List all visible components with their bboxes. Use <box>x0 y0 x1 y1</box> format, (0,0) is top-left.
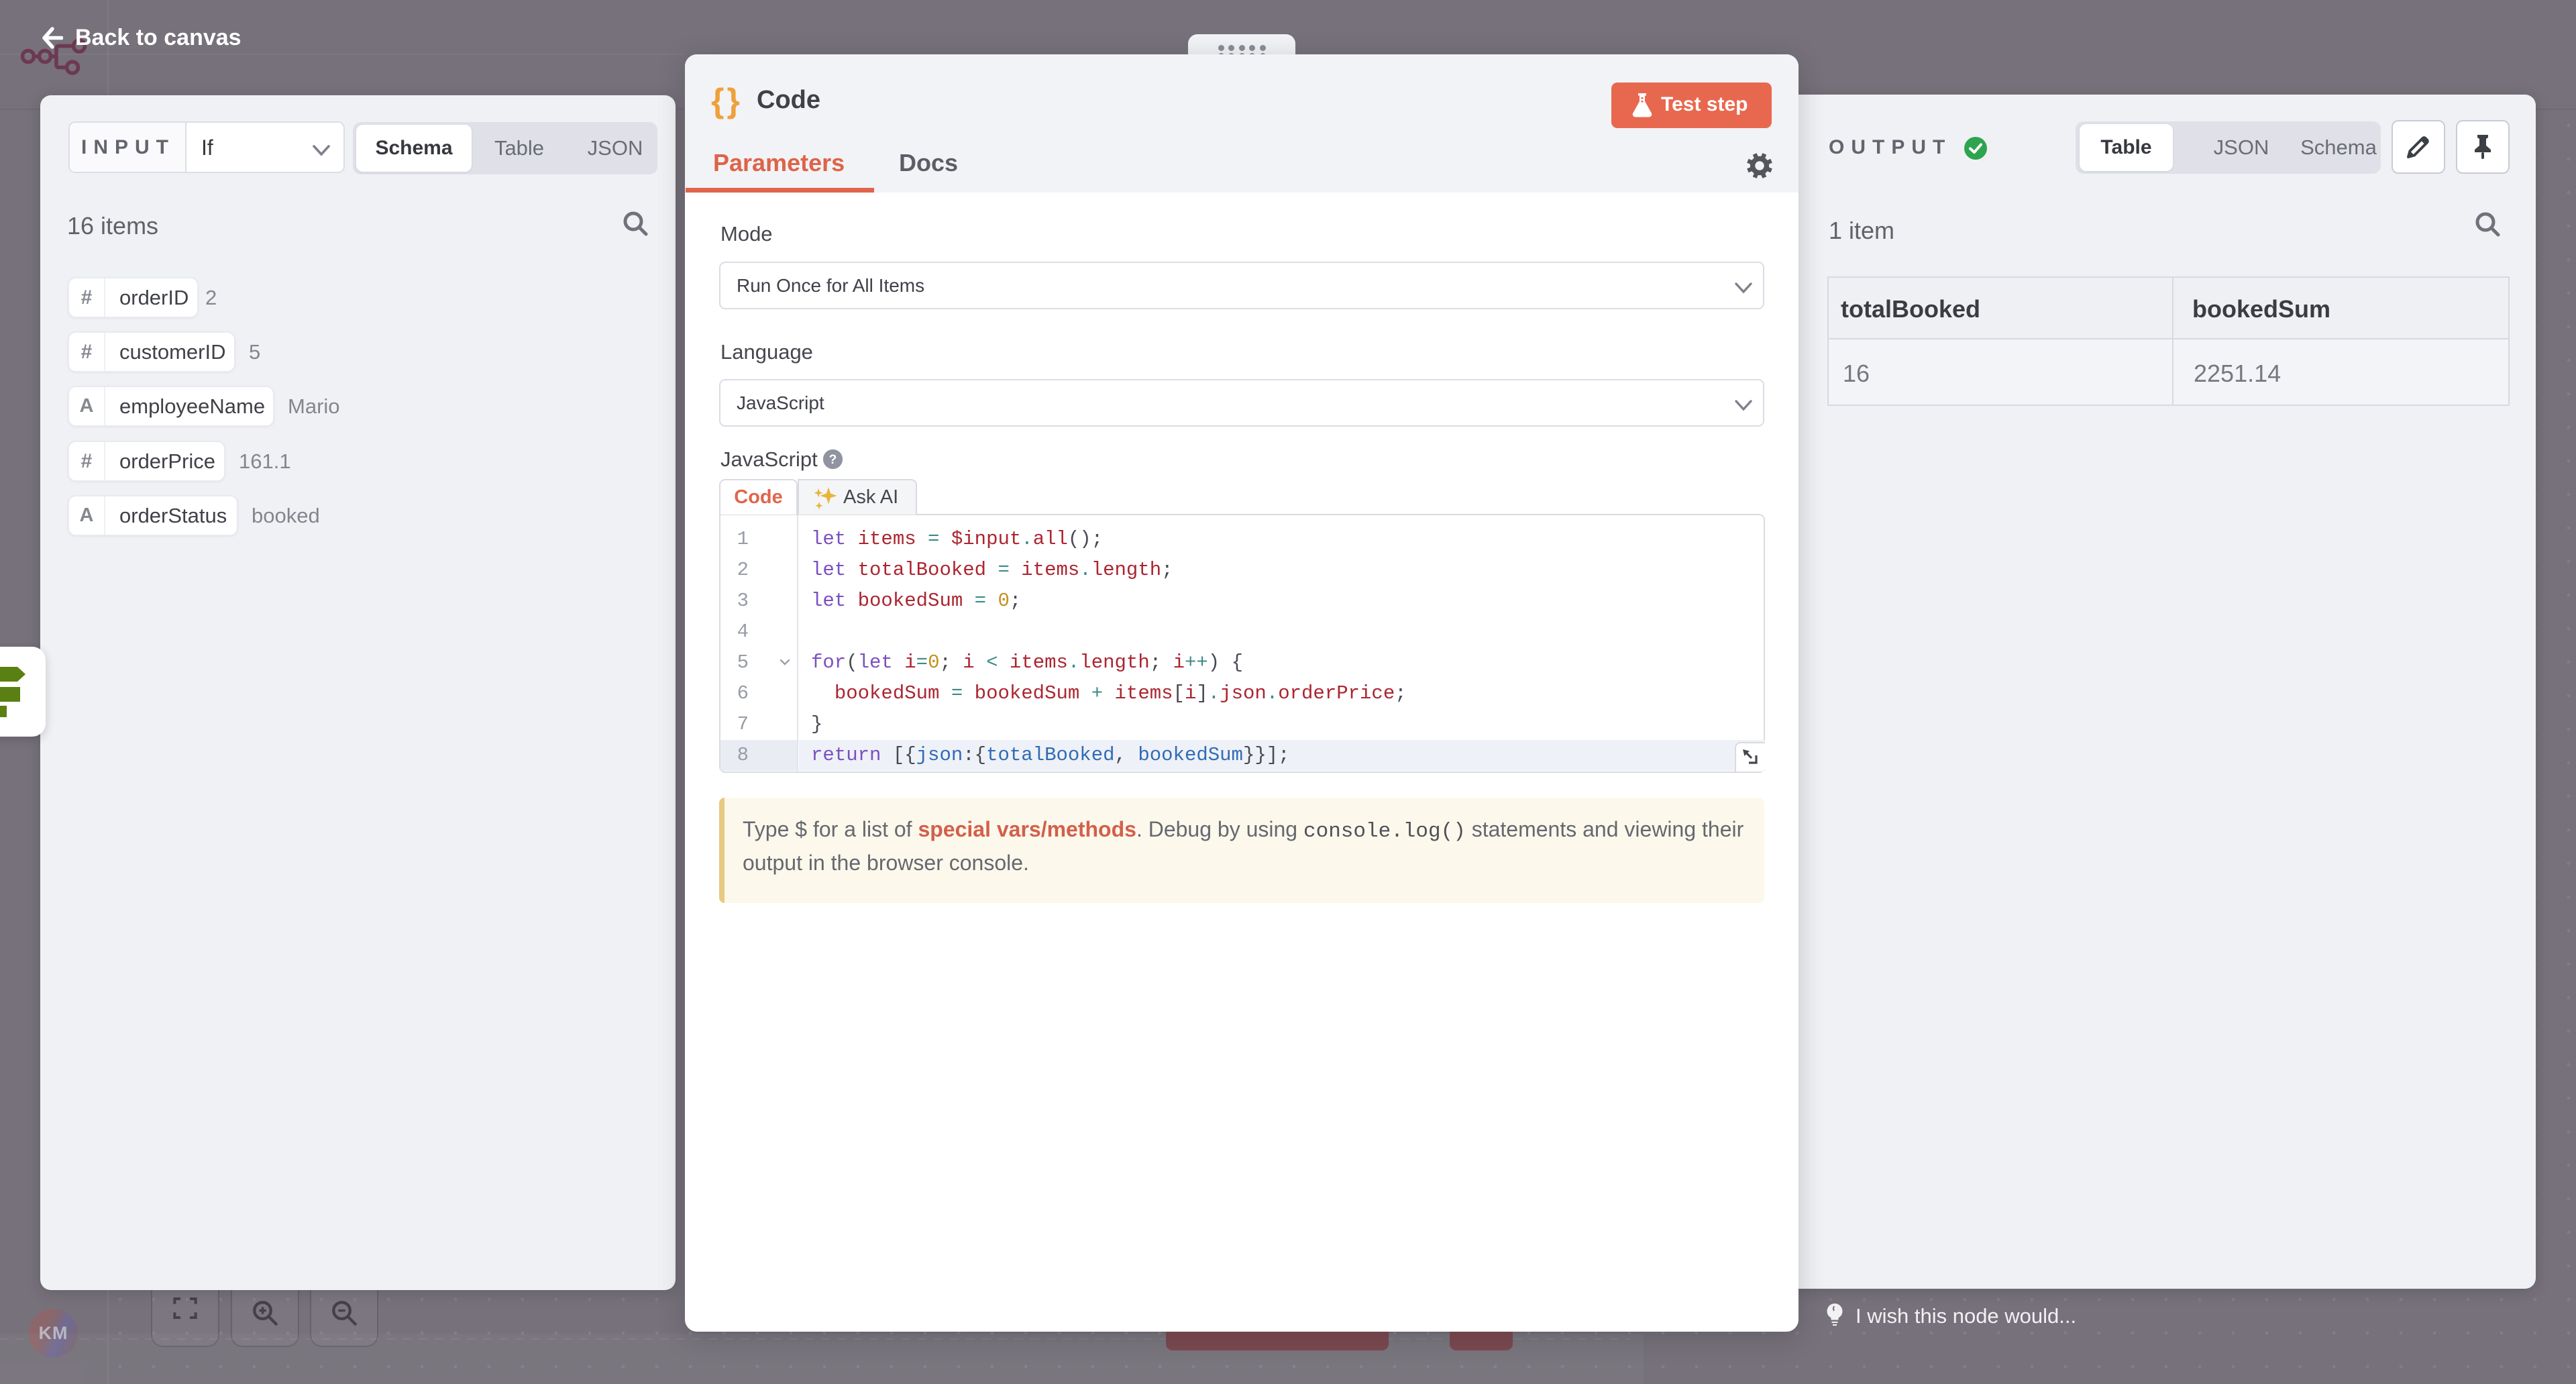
svg-text:?: ? <box>829 453 837 467</box>
